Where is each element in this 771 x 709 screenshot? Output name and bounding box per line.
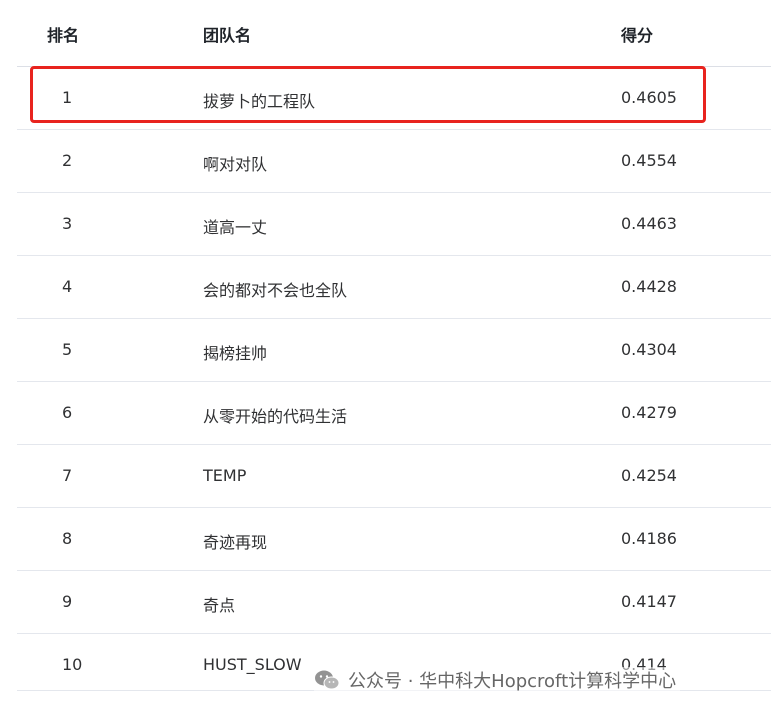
table-row: 2 啊对对队 0.4554: [17, 130, 771, 193]
rank-cell: 10: [62, 655, 83, 674]
top-rank-highlight-box: [30, 66, 706, 123]
rank-cell: 3: [62, 214, 73, 233]
table-header: 排名 团队名 得分: [17, 0, 771, 67]
score-cell: 0.4554: [621, 151, 677, 170]
rank-cell: 2: [62, 151, 73, 170]
team-cell: HUST_SLOW: [203, 655, 302, 674]
score-cell: 0.4186: [621, 529, 677, 548]
table-row: 9 奇点 0.4147: [17, 571, 771, 634]
rank-cell: 5: [62, 340, 73, 359]
score-cell: 0.4254: [621, 466, 677, 485]
score-cell: 0.4147: [621, 592, 677, 611]
table-row: 6 从零开始的代码生活 0.4279: [17, 382, 771, 445]
header-score: 得分: [621, 26, 654, 45]
team-cell: 啊对对队: [203, 155, 268, 174]
table-row: 8 奇迹再现 0.4186: [17, 508, 771, 571]
score-cell: 0.4304: [621, 340, 677, 359]
rank-cell: 8: [62, 529, 73, 548]
wechat-icon: [314, 669, 340, 691]
team-cell: 奇点: [203, 596, 236, 615]
header-rank: 排名: [47, 26, 80, 45]
team-cell: 会的都对不会也全队: [203, 281, 348, 300]
table-row: 3 道高一丈 0.4463: [17, 193, 771, 256]
score-cell: 0.4279: [621, 403, 677, 422]
rank-cell: 7: [62, 466, 73, 485]
team-cell: 奇迹再现: [203, 533, 268, 552]
table-row: 4 会的都对不会也全队 0.4428: [17, 256, 771, 319]
header-team-name: 团队名: [203, 26, 252, 45]
watermark: 公众号 · 华中科大Hopcroft计算科学中心: [314, 667, 681, 693]
rank-cell: 4: [62, 277, 73, 296]
team-cell: 揭榜挂帅: [203, 344, 268, 363]
score-cell: 0.4428: [621, 277, 677, 296]
score-cell: 0.4463: [621, 214, 677, 233]
team-cell: TEMP: [203, 466, 247, 485]
rank-cell: 6: [62, 403, 73, 422]
table-row: 7 TEMP 0.4254: [17, 445, 771, 508]
team-cell: 道高一丈: [203, 218, 268, 237]
team-cell: 从零开始的代码生活: [203, 407, 348, 426]
rank-cell: 9: [62, 592, 73, 611]
watermark-text: 公众号 · 华中科大Hopcroft计算科学中心: [348, 671, 677, 692]
table-row: 5 揭榜挂帅 0.4304: [17, 319, 771, 382]
